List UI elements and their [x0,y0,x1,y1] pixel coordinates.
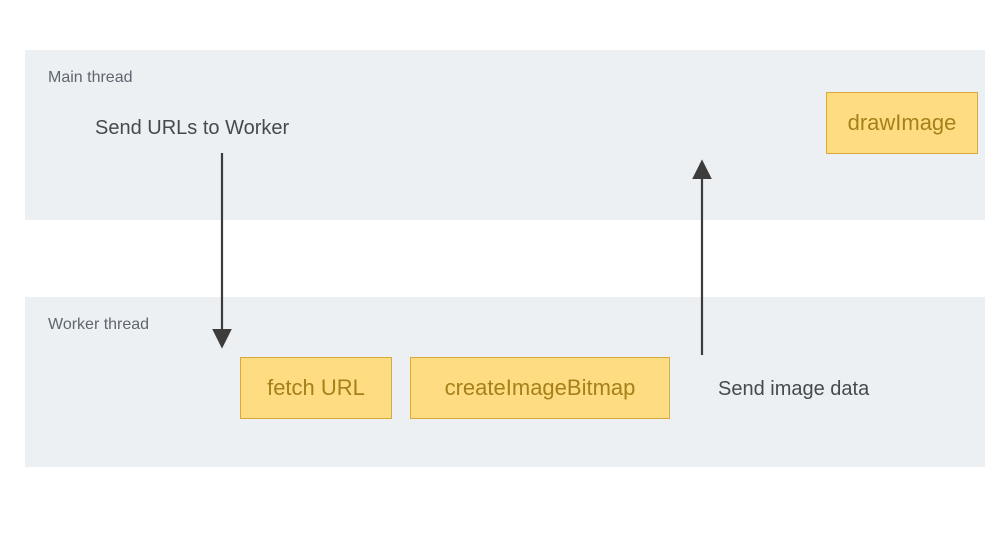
diagram-canvas: Main thread Worker thread Send URLs to W… [0,0,1000,550]
arrows-svg [0,0,1000,550]
